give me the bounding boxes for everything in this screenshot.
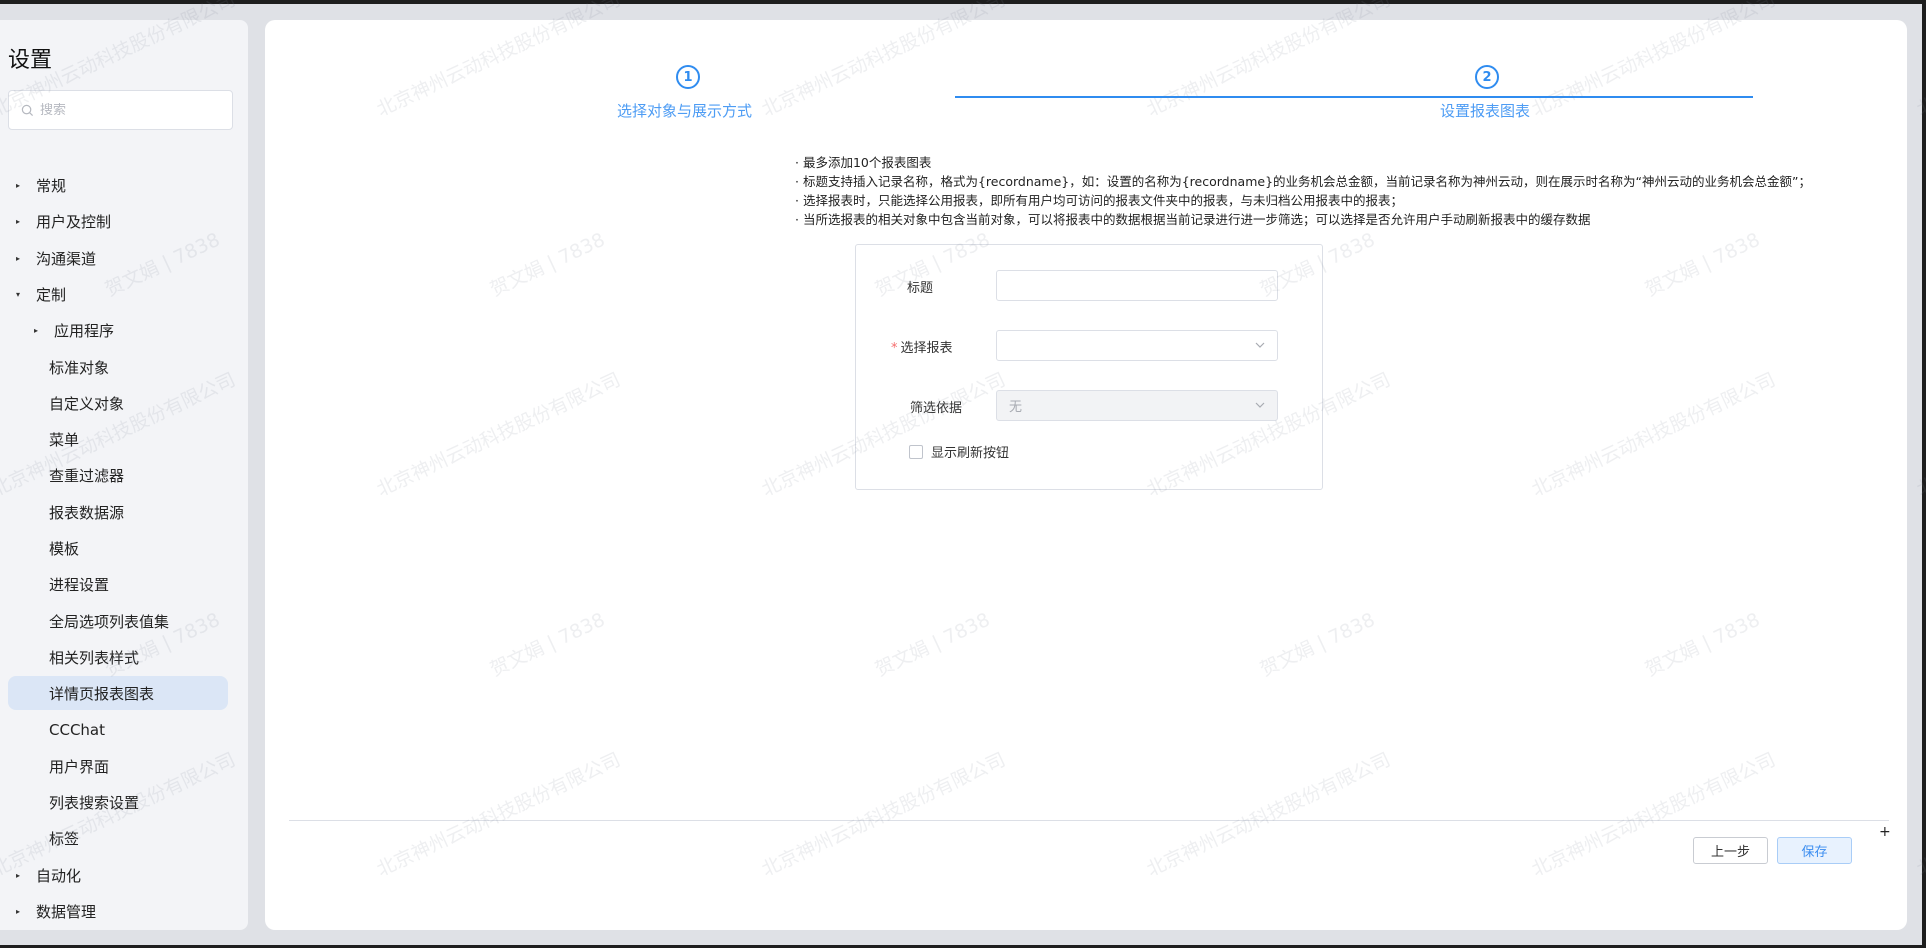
chevron-down-icon [1255, 402, 1265, 408]
window-top-border [0, 0, 1926, 4]
footer-divider [289, 820, 1889, 821]
refresh-button-checkbox-row[interactable]: 显示刷新按钮 [909, 442, 1009, 461]
report-field-label: * 选择报表 [891, 337, 953, 356]
instruction-notes: · 最多添加10个报表图表 · 标题支持插入记录名称，格式为{recordnam… [795, 153, 1885, 229]
sidebar-title: 设置 [8, 48, 53, 73]
sidebar-item-label: 报表数据源 [49, 503, 125, 522]
sidebar-item-label: 数据管理 [36, 902, 97, 921]
filter-select-value: 无 [1009, 400, 1023, 415]
save-button[interactable]: 保存 [1777, 837, 1852, 864]
previous-step-button[interactable]: 上一步 [1693, 837, 1768, 864]
sidebar-item[interactable]: 用户界面 [49, 749, 109, 783]
sidebar-item-label: 常规 [36, 176, 67, 195]
report-chart-form: 标题 * 选择报表 筛选依据 无 显示刷新按钮 [855, 244, 1323, 490]
step-2-indicator: 2 [1475, 65, 1499, 89]
sidebar-item[interactable]: CCChat [49, 713, 105, 747]
report-select[interactable] [996, 330, 1278, 361]
sidebar-item-label: 应用程序 [54, 321, 115, 340]
sidebar-item-label: 定制 [36, 285, 67, 304]
sidebar-item-label: 标签 [49, 829, 80, 848]
sidebar-item[interactable]: ▸ 用户及控制 [16, 204, 111, 238]
note-line: · 标题支持插入记录名称，格式为{recordname}，如：设置的名称为{re… [795, 174, 1811, 189]
sidebar-item-label: 自动化 [36, 866, 82, 885]
sidebar-item[interactable]: ▸ 沟通渠道 [16, 241, 96, 275]
step-1-label: 选择对象与展示方式 [617, 102, 753, 120]
note-line: · 最多添加10个报表图表 [795, 155, 932, 170]
note-line: · 当所选报表的相关对象中包含当前对象，可以将报表中的数据根据当前记录进行进一步… [795, 212, 1591, 227]
title-field-label: 标题 [907, 281, 934, 296]
sidebar-item[interactable]: 详情页报表图表 [8, 676, 228, 710]
required-mark: * [891, 341, 898, 356]
sidebar-item[interactable]: 模板 [49, 531, 79, 565]
window-right-border [1922, 0, 1926, 948]
sidebar-item[interactable]: 报表数据源 [49, 495, 124, 529]
sidebar-item[interactable]: ▸ 应用程序 [34, 313, 114, 347]
sidebar-item[interactable]: ▸ 常规 [16, 168, 66, 202]
sidebar-item-label: 相关列表样式 [49, 648, 140, 667]
caret-right-icon: ▸ [34, 325, 39, 335]
sidebar-item-label: 列表搜索设置 [49, 793, 140, 812]
sidebar-item-label: 用户及控制 [36, 212, 112, 231]
sidebar-item-label: CCChat [49, 721, 106, 739]
sidebar-item[interactable]: 菜单 [49, 422, 79, 456]
caret-right-icon: ▸ [16, 870, 21, 880]
sidebar-item[interactable]: ▸ 自动化 [16, 858, 81, 892]
sidebar-item-label: 进程设置 [49, 575, 110, 594]
refresh-checkbox-label: 显示刷新按钮 [931, 446, 1010, 461]
sidebar-item-label: 详情页报表图表 [49, 684, 155, 703]
sidebar-item[interactable]: 标准对象 [49, 350, 109, 384]
filter-field-label: 筛选依据 [910, 401, 963, 416]
sidebar-item[interactable]: 列表搜索设置 [49, 785, 139, 819]
title-field[interactable] [996, 270, 1278, 301]
sidebar-item-label: 全局选项列表值集 [49, 612, 170, 631]
refresh-checkbox[interactable] [909, 444, 923, 459]
settings-sidebar: 设置 ▸ 常规 ▸ 用户及控制 ▸ 沟通渠道 ▾ 定制 ▸ 应用程序标准对象自定义对象菜单查重过滤… [0, 20, 248, 930]
sidebar-item[interactable]: 相关列表样式 [49, 640, 139, 674]
sidebar-item[interactable]: 标签 [49, 821, 79, 855]
sidebar-item[interactable]: 全局选项列表值集 [49, 604, 169, 638]
caret-down-icon: ▾ [16, 289, 21, 299]
sidebar-item[interactable]: 自定义对象 [49, 386, 124, 420]
sidebar-item[interactable]: 查重过滤器 [49, 458, 124, 492]
caret-right-icon: ▸ [16, 253, 21, 263]
sidebar-item-label: 标准对象 [49, 358, 110, 377]
title-input[interactable] [997, 271, 1277, 300]
chevron-down-icon [1255, 342, 1265, 348]
caret-right-icon: ▸ [16, 180, 21, 190]
caret-right-icon: ▸ [16, 906, 21, 916]
sidebar-item[interactable]: ▸ 数据管理 [16, 894, 96, 928]
report-label-text: 选择报表 [900, 341, 953, 356]
add-icon[interactable]: + [1879, 824, 1891, 840]
sidebar-item-label: 沟通渠道 [36, 249, 97, 268]
filter-select: 无 [996, 390, 1278, 421]
note-line: · 选择报表时，只能选择公用报表，即所有用户均可访问的报表文件夹中的报表，与未归… [795, 193, 1403, 208]
sidebar-search[interactable] [8, 90, 233, 130]
sidebar-item[interactable]: ▾ 定制 [16, 277, 66, 311]
search-icon [21, 104, 34, 116]
sidebar-item-label: 用户界面 [49, 757, 110, 776]
caret-right-icon: ▸ [16, 216, 21, 226]
search-input[interactable] [40, 102, 220, 118]
stepper-progress-line [955, 96, 1753, 98]
step-2-label: 设置报表图表 [1440, 102, 1531, 120]
sidebar-item-label: 模板 [49, 539, 80, 558]
sidebar-item-label: 自定义对象 [49, 394, 125, 413]
sidebar-item-label: 查重过滤器 [49, 466, 125, 485]
sidebar-item-label: 菜单 [49, 430, 80, 449]
sidebar-item[interactable]: 进程设置 [49, 567, 109, 601]
step-1-indicator: 1 [676, 65, 700, 89]
